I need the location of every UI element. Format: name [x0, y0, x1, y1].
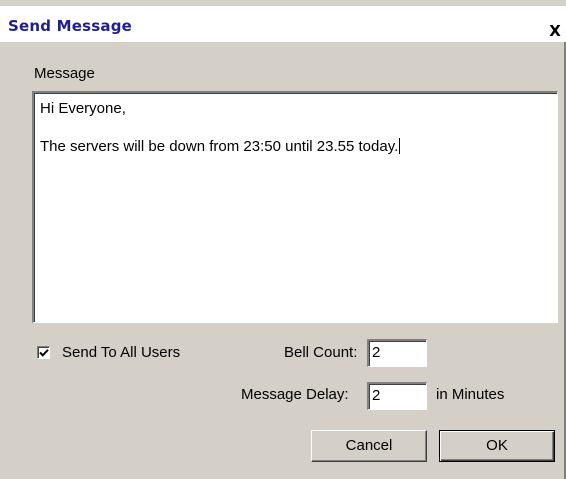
message-textarea[interactable]: Hi Everyone, The servers will be down fr… — [32, 91, 558, 323]
message-delay-unit: in Minutes — [436, 386, 505, 403]
message-delay-label: Message Delay: — [241, 386, 349, 403]
bell-count-label: Bell Count: — [284, 344, 358, 361]
dialog-title: Send Message — [8, 17, 133, 35]
message-line-2: The servers will be down from 23:50 unti… — [40, 138, 399, 155]
message-line-1: Hi Everyone, — [40, 100, 126, 117]
checkmark-icon — [39, 349, 49, 357]
send-message-dialog: Send Message X Message Hi Everyone, The … — [0, 0, 566, 479]
ok-button[interactable]: OK — [439, 430, 555, 462]
text-caret — [399, 138, 401, 154]
close-button[interactable]: X — [544, 20, 566, 42]
send-to-all-label: Send To All Users — [62, 344, 181, 361]
message-label: Message — [34, 65, 95, 82]
close-icon: X — [549, 22, 561, 40]
message-line-2-wrap: The servers will be down from 23:50 unti… — [40, 138, 401, 155]
cancel-button[interactable]: Cancel — [311, 430, 427, 462]
title-bar: Send Message X — [0, 6, 566, 42]
bell-count-input[interactable]: 2 — [367, 339, 427, 367]
send-to-all-checkbox[interactable] — [37, 346, 50, 359]
message-delay-input[interactable]: 2 — [367, 382, 427, 410]
